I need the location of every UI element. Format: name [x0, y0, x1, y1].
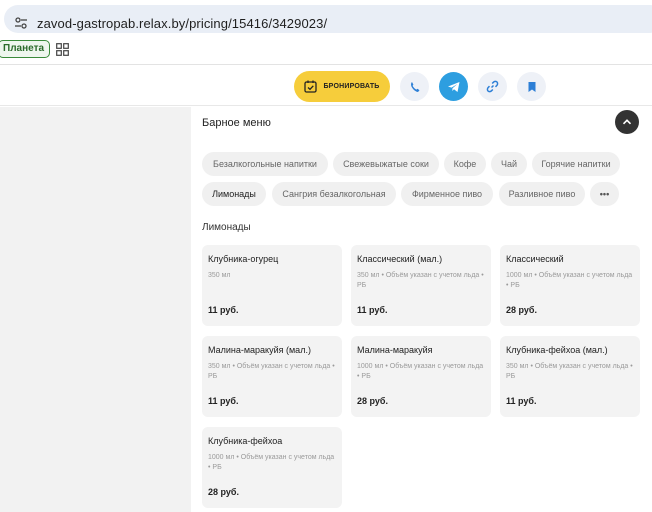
address-bar[interactable]: zavod-gastropab.relax.by/pricing/15416/3… [4, 5, 652, 33]
chip-label: Фирменное пиво [411, 189, 483, 199]
bookmarks-bar: Планета [0, 36, 652, 65]
book-button[interactable]: БРОНИРОВАТЬ [294, 71, 390, 102]
item-price: 11 руб. [208, 396, 239, 406]
chip-more[interactable]: ••• [590, 182, 619, 206]
item-name: Малина-маракуйя (мал.) [208, 345, 311, 355]
item-description: 350 мл • Объём указан с учетом льда • РБ [208, 363, 335, 380]
chip-draft-beer[interactable]: Разливное пиво [499, 182, 585, 206]
item-price: 11 руб. [357, 305, 388, 315]
chip-label: Сангрия безалкогольная [282, 189, 386, 199]
venue-toolbar: БРОНИРОВАТЬ [0, 66, 652, 106]
item-name: Клубника-фейхоа (мал.) [506, 345, 608, 355]
menu-item-card[interactable]: Малина-маракуйя (мал.) 350 мл • Объём ук… [202, 336, 342, 417]
menu-item-card[interactable]: Клубника-фейхоа (мал.) 350 мл • Объём ук… [500, 336, 640, 417]
chip-tea[interactable]: Чай [491, 152, 527, 176]
chip-lemonades[interactable]: Лимонады [202, 182, 266, 206]
item-price: 11 руб. [208, 305, 239, 315]
chip-label: Чай [500, 159, 518, 169]
bookmark-planeta[interactable]: Планета [0, 40, 51, 58]
chip-hot-drinks[interactable]: Горячие напитки [532, 152, 620, 176]
phone-icon [410, 81, 419, 92]
menu-item-card[interactable]: Малина-маракуйя 1000 мл • Объём указан с… [351, 336, 491, 417]
telegram-button[interactable] [439, 72, 468, 101]
collapse-button[interactable] [615, 110, 639, 134]
item-description: 1000 мл • Объём указан с учетом льда • Р… [208, 454, 335, 471]
chip-fresh-juices[interactable]: Свежевыжатые соки [333, 152, 439, 176]
item-price: 11 руб. [506, 396, 537, 406]
url-text[interactable]: zavod-gastropab.relax.by/pricing/15416/3… [37, 16, 327, 31]
chip-coffee[interactable]: Кофе [444, 152, 486, 176]
item-description: 350 мл [208, 272, 231, 279]
bookmark-button[interactable] [517, 72, 546, 101]
item-price: 28 руб. [357, 396, 388, 406]
bookmark-icon [528, 81, 535, 92]
chip-label: Горячие напитки [541, 159, 611, 169]
item-name: Клубника-огурец [208, 254, 279, 264]
chevron-up-icon [622, 119, 632, 125]
more-icon: ••• [599, 189, 610, 199]
item-name: Классический (мал.) [357, 254, 443, 264]
item-description: 1000 мл • Объём указан с учетом льда • Р… [506, 272, 633, 289]
category-title: Лимонады [202, 222, 251, 233]
apps-grid-icon[interactable] [56, 43, 69, 56]
menu-item-card[interactable]: Клубника-фейхоа 1000 мл • Объём указан с… [202, 427, 342, 508]
menu-item-card[interactable]: Классический 1000 мл • Объём указан с уч… [500, 245, 640, 326]
link-icon [486, 80, 499, 93]
item-name: Клубника-фейхоа [208, 436, 283, 446]
chip-sangria[interactable]: Сангрия безалкогольная [272, 182, 396, 206]
phone-button[interactable] [400, 72, 429, 101]
chip-label: Лимонады [212, 189, 256, 199]
telegram-icon [447, 81, 459, 92]
item-name: Классический [506, 254, 564, 264]
book-button-label: БРОНИРОВАТЬ [323, 83, 380, 90]
chip-label: Свежевыжатые соки [343, 159, 429, 169]
chip-label: Безалкогольные напитки [213, 159, 317, 169]
item-description: 350 мл • Объём указан с учетом льда • РБ [357, 272, 484, 289]
chip-label: Кофе [453, 159, 477, 169]
left-panel [0, 107, 191, 512]
section-title: Барное меню [202, 117, 271, 129]
chip-soft-drinks[interactable]: Безалкогольные напитки [202, 152, 328, 176]
item-description: 1000 мл • Объём указан с учетом льда • Р… [357, 363, 484, 380]
menu-item-card[interactable]: Классический (мал.) 350 мл • Объём указа… [351, 245, 491, 326]
share-link-button[interactable] [478, 72, 507, 101]
item-price: 28 руб. [506, 305, 537, 315]
item-price: 28 руб. [208, 487, 239, 497]
chip-label: Разливное пиво [508, 189, 576, 199]
chip-signature-beer[interactable]: Фирменное пиво [401, 182, 493, 206]
address-bar-row: zavod-gastropab.relax.by/pricing/15416/3… [0, 0, 652, 36]
menu-item-card[interactable]: Клубника-огурец 350 мл 11 руб. [202, 245, 342, 326]
calendar-check-icon [304, 80, 318, 93]
item-description: 350 мл • Объём указан с учетом льда • РБ [506, 363, 633, 380]
item-name: Малина-маракуйя [357, 345, 433, 355]
site-settings-icon[interactable] [14, 16, 28, 30]
